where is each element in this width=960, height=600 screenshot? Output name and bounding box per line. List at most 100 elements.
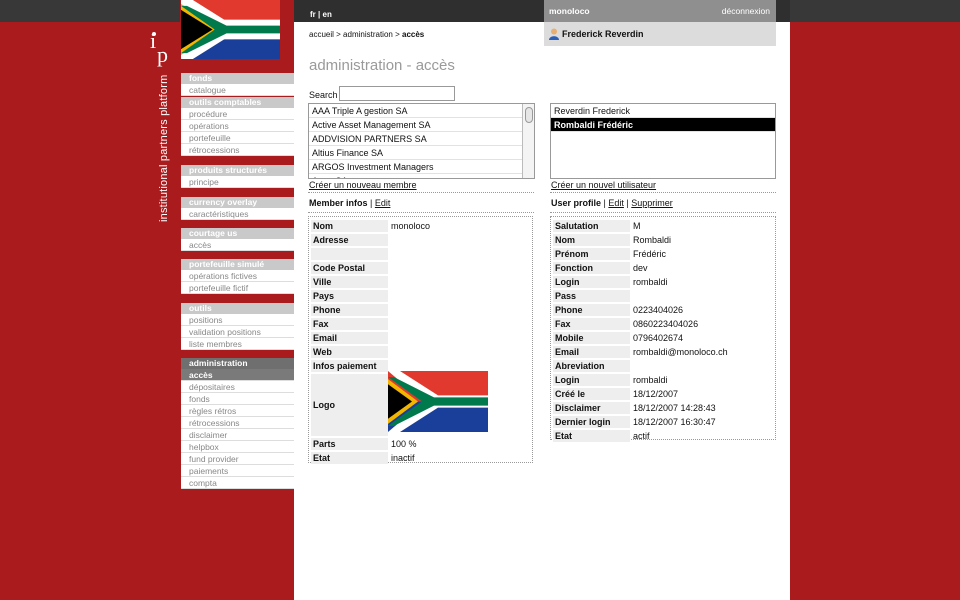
breadcrumb-home[interactable]: accueil bbox=[309, 30, 334, 39]
info-label: Prénom bbox=[553, 248, 630, 260]
breadcrumb-current: accès bbox=[402, 30, 425, 39]
info-value: 0860223404026 bbox=[633, 319, 699, 329]
menu-item[interactable]: opérations fictives bbox=[181, 270, 294, 282]
info-label: Etat bbox=[311, 452, 388, 464]
breadcrumb-sep: > bbox=[336, 30, 341, 39]
menu-item[interactable]: accès bbox=[181, 239, 294, 251]
info-value: 18/12/2007 16:30:47 bbox=[633, 417, 716, 427]
menu-item[interactable]: accès bbox=[181, 369, 294, 381]
info-label: Pass bbox=[553, 290, 630, 302]
info-label: Code Postal bbox=[311, 262, 388, 274]
info-value: Frédéric bbox=[633, 249, 667, 259]
info-label: Ville bbox=[311, 276, 388, 288]
info-value: inactif bbox=[391, 453, 415, 463]
menu-item[interactable]: validation positions bbox=[181, 326, 294, 338]
info-value: 18/12/2007 bbox=[633, 389, 679, 399]
menu-item[interactable]: liste membres bbox=[181, 338, 294, 350]
menu-item[interactable]: disclaimer bbox=[181, 429, 294, 441]
menu-group: courtage us accès bbox=[181, 228, 294, 251]
logout-link[interactable]: déconnexion bbox=[722, 0, 770, 22]
account-name: monoloco bbox=[549, 6, 590, 16]
members-items: AAA Triple A gestion SA Active Asset Mana… bbox=[309, 104, 534, 178]
info-label: Fax bbox=[553, 318, 630, 330]
menu-group-header[interactable]: fonds bbox=[181, 73, 294, 84]
sep: | bbox=[370, 198, 373, 208]
menu-item[interactable]: paiements bbox=[181, 465, 294, 477]
user-edit-link[interactable]: Edit bbox=[608, 198, 624, 208]
menu-item[interactable]: principe bbox=[181, 176, 294, 188]
members-list[interactable]: AAA Triple A gestion SA Active Asset Mana… bbox=[308, 103, 535, 179]
members-scrollbar[interactable] bbox=[522, 104, 534, 178]
search-input[interactable] bbox=[339, 86, 455, 101]
users-items: Reverdin Frederick Rombaldi Frédéric bbox=[551, 104, 775, 132]
info-label: Logo bbox=[311, 374, 388, 436]
top-bar-left bbox=[0, 0, 180, 22]
menu-item[interactable]: règles rétros bbox=[181, 405, 294, 417]
info-label: Email bbox=[553, 346, 630, 358]
ip-logo[interactable]: i p bbox=[148, 28, 174, 68]
new-member-link[interactable]: Créer un nouveau membre bbox=[309, 180, 417, 190]
info-value: M bbox=[633, 221, 641, 231]
breadcrumb-section[interactable]: administration bbox=[343, 30, 393, 39]
menu-group-header[interactable]: currency overlay bbox=[181, 197, 294, 208]
user-list-item[interactable]: Reverdin Frederick bbox=[551, 104, 775, 118]
info-value: 0223404026 bbox=[633, 305, 684, 315]
menu-group: portefeuille simulé opérations fictives po… bbox=[181, 259, 294, 294]
menu-item[interactable]: fonds bbox=[181, 393, 294, 405]
member-list-item[interactable]: Active Asset Management SA bbox=[309, 118, 534, 132]
member-list-item[interactable]: Artes SA bbox=[309, 174, 534, 178]
menu-item[interactable]: portefeuille bbox=[181, 132, 294, 144]
menu-group: fonds catalogue bbox=[181, 73, 294, 96]
menu-group-header[interactable]: portefeuille simulé bbox=[181, 259, 294, 270]
menu-item[interactable]: rétrocessions bbox=[181, 144, 294, 156]
menu-item[interactable]: procédure bbox=[181, 108, 294, 120]
user-profile-title: User profile bbox=[551, 198, 602, 208]
menu-item[interactable]: catalogue bbox=[181, 84, 294, 96]
menu-group-header[interactable]: outils comptables bbox=[181, 97, 294, 108]
info-label: Parts bbox=[311, 438, 388, 450]
menu-group-header[interactable]: courtage us bbox=[181, 228, 294, 239]
info-label: Phone bbox=[553, 304, 630, 316]
info-label: Dernier login bbox=[553, 416, 630, 428]
scroll-thumb[interactable] bbox=[525, 107, 533, 123]
south-africa-flag-header bbox=[181, 0, 280, 59]
member-logo-flag bbox=[388, 371, 488, 432]
divider bbox=[550, 212, 776, 213]
info-label: Email bbox=[311, 332, 388, 344]
divider bbox=[308, 212, 534, 213]
member-list-item[interactable]: ADDVISION PARTNERS SA bbox=[309, 132, 534, 146]
user-list-item[interactable]: Rombaldi Frédéric bbox=[551, 118, 775, 132]
lang-fr[interactable]: fr bbox=[310, 10, 316, 19]
user-delete-link[interactable]: Supprimer bbox=[631, 198, 673, 208]
menu-group-header[interactable]: produits structurés bbox=[181, 165, 294, 176]
member-list-item[interactable]: AAA Triple A gestion SA bbox=[309, 104, 534, 118]
info-label: Fonction bbox=[553, 262, 630, 274]
menu-item[interactable]: positions bbox=[181, 314, 294, 326]
menu-item[interactable]: caractéristiques bbox=[181, 208, 294, 220]
info-label: Phone bbox=[311, 304, 388, 316]
menu-group-header[interactable]: administration bbox=[181, 358, 294, 369]
page-title: administration - accès bbox=[309, 57, 455, 74]
menu-group: administration accès dépositaires fonds règl… bbox=[181, 358, 294, 489]
member-infos-title: Member infos bbox=[309, 198, 368, 208]
member-list-item[interactable]: ARGOS Investment Managers bbox=[309, 160, 534, 174]
lang-en[interactable]: en bbox=[323, 10, 332, 19]
info-value: 100 % bbox=[391, 439, 417, 449]
member-edit-link[interactable]: Edit bbox=[375, 198, 391, 208]
member-list-item[interactable]: Altius Finance SA bbox=[309, 146, 534, 160]
divider bbox=[550, 192, 776, 193]
menu-group-header[interactable]: outils bbox=[181, 303, 294, 314]
info-value: dev bbox=[633, 263, 648, 273]
info-value: rombaldi bbox=[633, 277, 668, 287]
menu-item[interactable]: helpbox bbox=[181, 441, 294, 453]
menu-item[interactable]: rétrocessions bbox=[181, 417, 294, 429]
menu-group: currency overlay caractéristiques bbox=[181, 197, 294, 220]
menu-item[interactable]: fund provider bbox=[181, 453, 294, 465]
menu-item[interactable]: dépositaires bbox=[181, 381, 294, 393]
menu-item[interactable]: compta bbox=[181, 477, 294, 489]
users-list[interactable]: Reverdin Frederick Rombaldi Frédéric bbox=[550, 103, 776, 179]
new-user-link[interactable]: Créer un nouvel utilisateur bbox=[551, 180, 656, 190]
svg-text:i: i bbox=[150, 28, 156, 53]
menu-item[interactable]: portefeuille fictif bbox=[181, 282, 294, 294]
menu-item[interactable]: opérations bbox=[181, 120, 294, 132]
